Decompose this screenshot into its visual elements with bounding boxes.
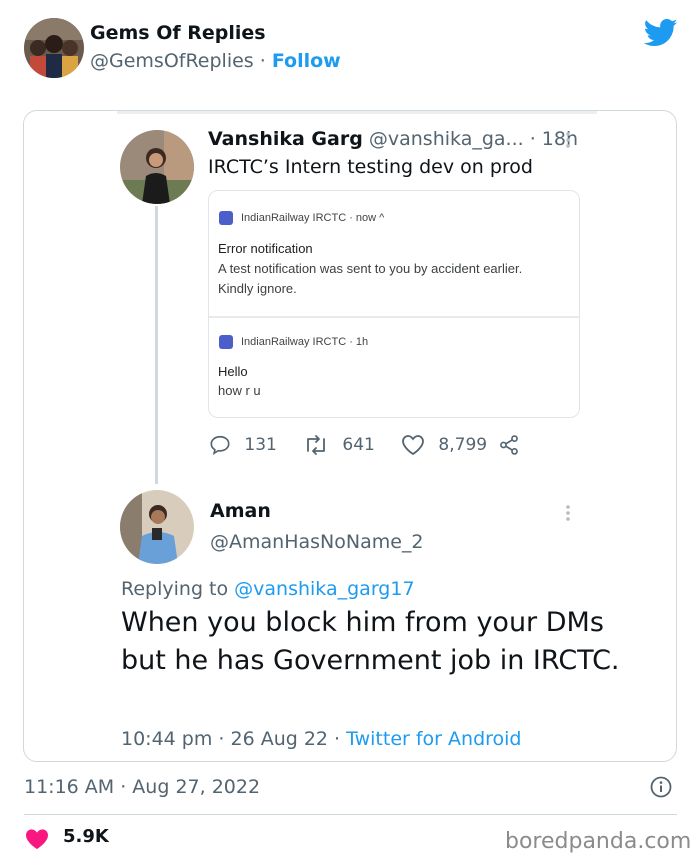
author-handle[interactable]: @GemsOfReplies	[90, 50, 254, 72]
tweet2-text: When you block him from your DMs but he …	[121, 607, 620, 676]
replying-handle: @vanshika_garg17	[234, 578, 415, 600]
retweet-action: 641	[303, 434, 375, 456]
tweet2-author-name: Aman	[210, 500, 271, 522]
notification1-body-line1: A test notification was sent to you by a…	[218, 261, 523, 276]
tweet1-text: IRCTC’s Intern testing dev on prod	[208, 156, 533, 178]
author-handle-row: @GemsOfReplies · Follow	[90, 50, 341, 72]
like-count[interactable]: 5.9K	[63, 826, 109, 847]
twitter-bird-icon[interactable]	[643, 18, 678, 48]
like-action: 8,799	[401, 434, 487, 456]
tweet1-header: Vanshika Garg @vanshika_ga... · 18h	[208, 128, 578, 150]
heart-icon[interactable]	[25, 828, 49, 850]
thread-connector-line	[155, 206, 158, 484]
share-icon	[500, 435, 518, 455]
post-timestamp[interactable]: 11:16 AM · Aug 27, 2022	[24, 776, 260, 798]
follow-button[interactable]: Follow	[272, 50, 341, 72]
like-icon	[402, 435, 424, 456]
replying-prefix: Replying to	[121, 578, 235, 600]
tweet2-author-handle: @AmanHasNoName_2	[210, 531, 424, 553]
notification1-title: Error notification	[218, 241, 313, 256]
footer-divider	[24, 814, 677, 815]
more-options-icon	[564, 130, 572, 150]
share-action	[497, 434, 521, 456]
notification2-title: Hello	[218, 364, 248, 379]
replying-to: Replying to @vanshika_garg17	[121, 578, 415, 600]
notification2-app: IndianRailway IRCTC · 1h	[241, 336, 369, 348]
reply-icon	[210, 435, 230, 455]
notification1-app: IndianRailway IRCTC · now ^	[241, 212, 385, 224]
watermark: boredpanda.com	[505, 829, 692, 854]
notification-screenshot: IndianRailway IRCTC · now ^ Error notifi…	[208, 190, 580, 418]
tweet2-timestamp: 10:44 pm · 26 Aug 22 ·	[121, 728, 347, 750]
more-options-icon	[564, 503, 572, 523]
train-app-icon	[219, 335, 233, 349]
tweet2-meta: 10:44 pm · 26 Aug 22 · Twitter for Andro…	[121, 728, 521, 750]
like-count-inner: 8,799	[438, 435, 488, 455]
tweet2-source: Twitter for Android	[346, 728, 522, 750]
aman-avatar	[120, 490, 194, 564]
reply-count: 131	[244, 435, 277, 455]
notification1-body-line2: Kindly ignore.	[218, 281, 297, 296]
notification-divider	[209, 316, 579, 318]
retweet-icon	[307, 435, 325, 455]
author-avatar[interactable]	[24, 18, 84, 78]
tweet1-author-name: Vanshika Garg	[208, 128, 363, 150]
author-name[interactable]: Gems Of Replies	[90, 22, 266, 44]
card-top-edge	[117, 111, 597, 114]
vanshika-avatar	[120, 130, 194, 204]
reply-action: 131	[209, 434, 277, 456]
tweet1-author-handle: @vanshika_ga...	[368, 128, 524, 150]
train-app-icon	[219, 211, 233, 225]
handle-separator: ·	[253, 50, 272, 72]
retweet-count: 641	[342, 435, 375, 455]
notification2-body: how r u	[218, 383, 261, 398]
info-icon[interactable]	[650, 776, 672, 798]
